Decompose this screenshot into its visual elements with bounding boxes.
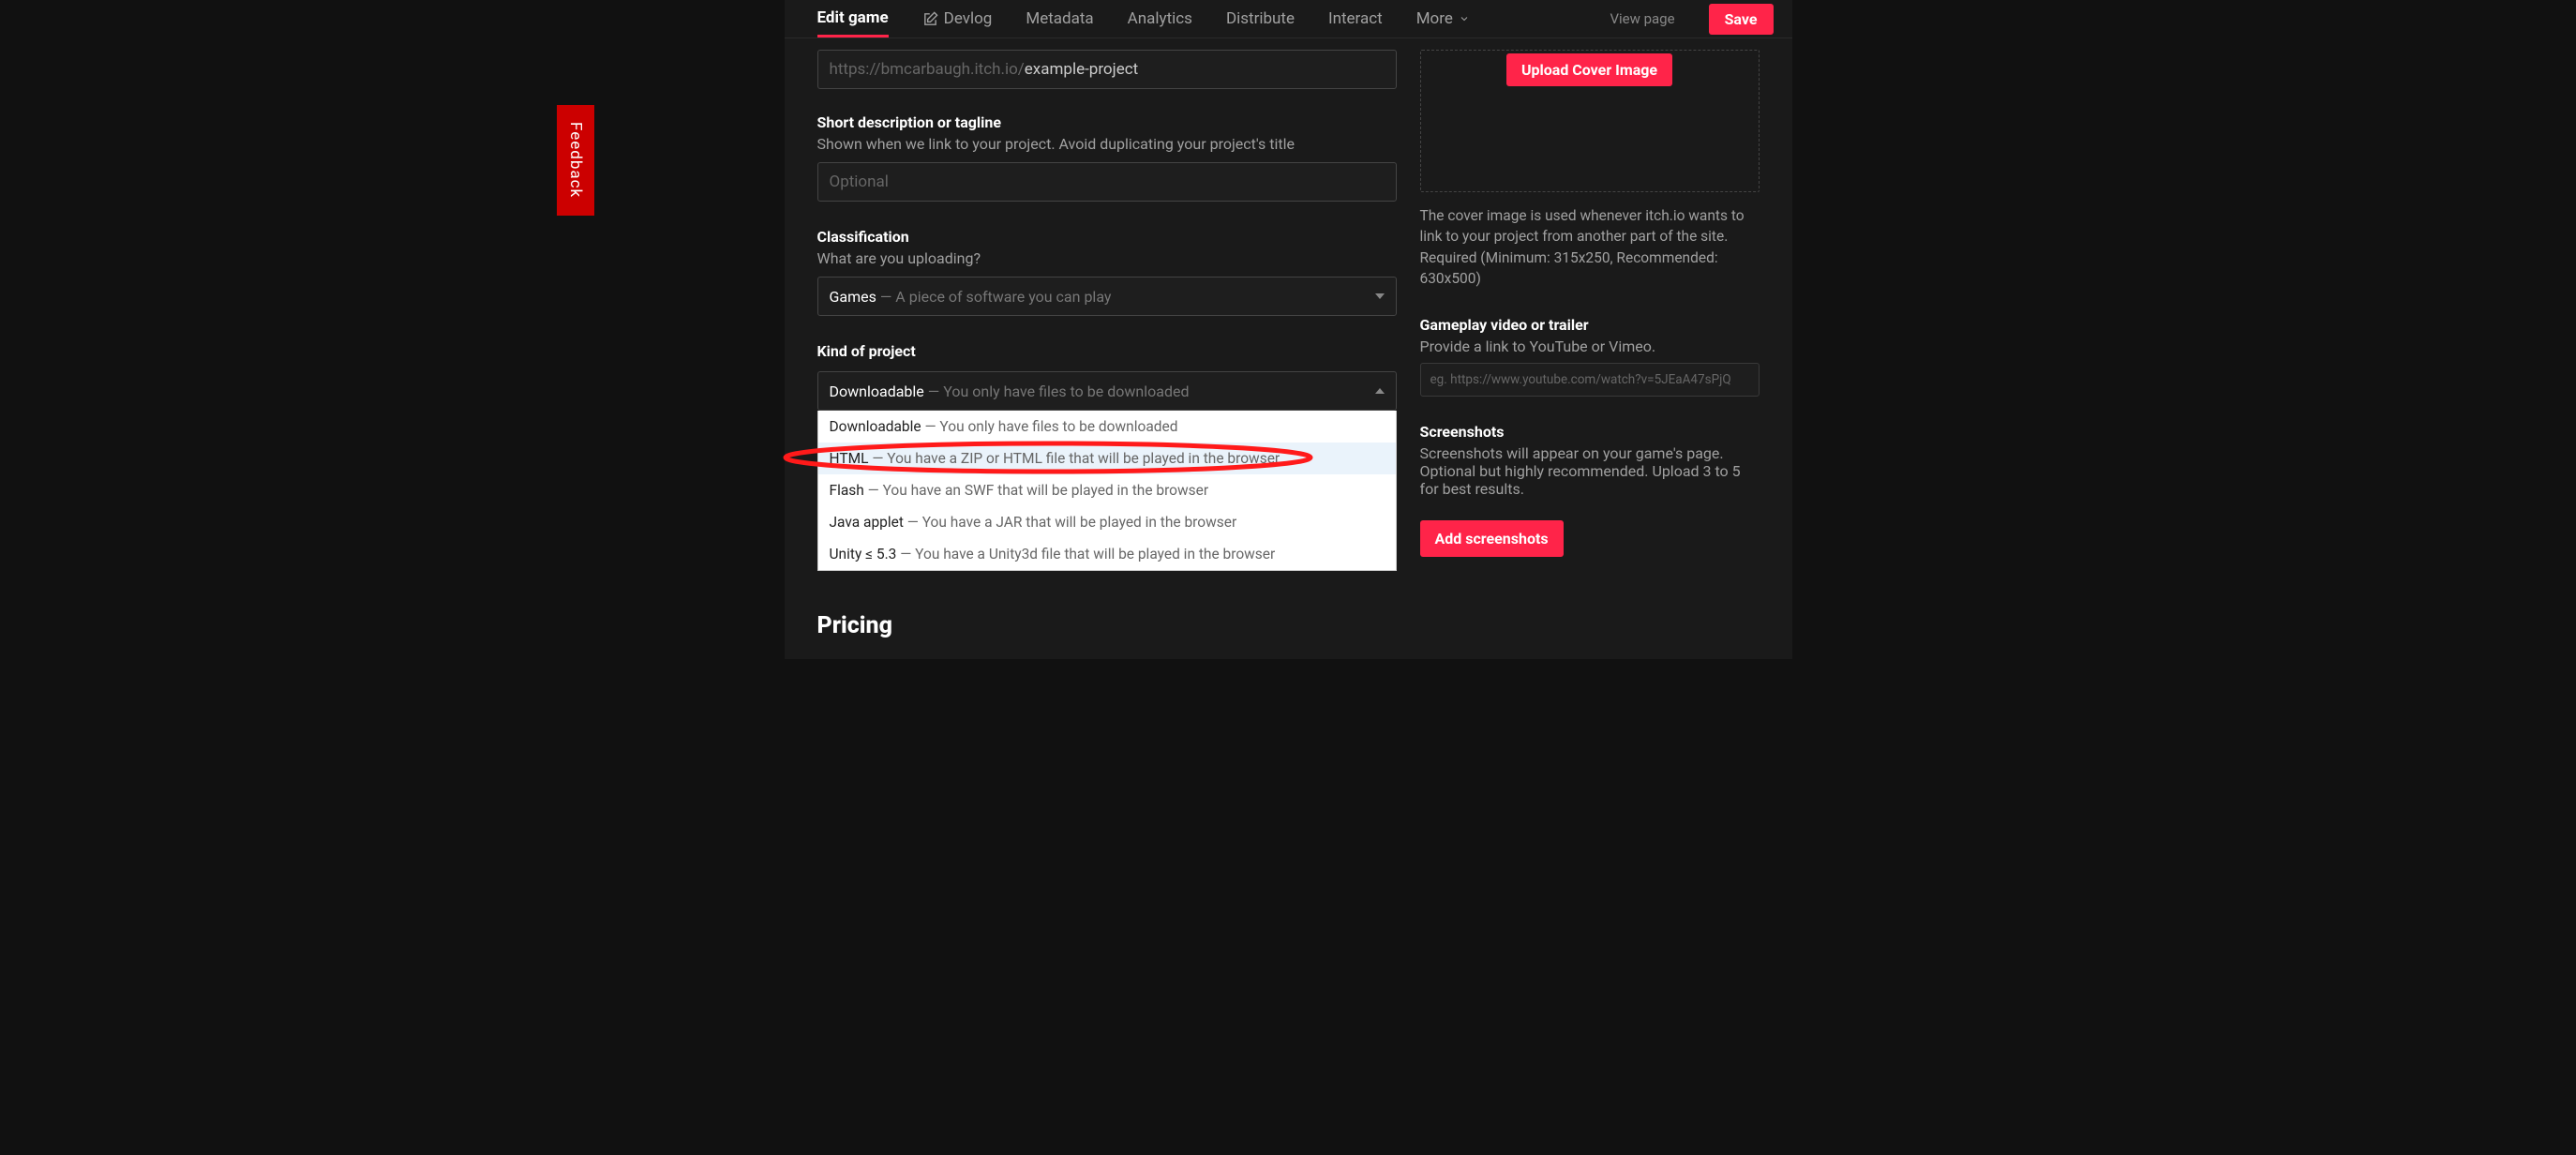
classification-value: Games xyxy=(830,288,876,306)
url-prefix: https://bmcarbaugh.itch.io/ xyxy=(830,60,1025,79)
classification-select[interactable]: Games — A piece of software you can play xyxy=(817,277,1397,316)
kind-option-unity[interactable]: Unity ≤ 5.3 — You have a Unity3d file th… xyxy=(818,538,1396,570)
classification-value-sub: — A piece of software you can play xyxy=(876,288,1112,306)
tab-analytics[interactable]: Analytics xyxy=(1128,2,1192,36)
short-description-placeholder: Optional xyxy=(830,172,889,191)
tab-metadata[interactable]: Metadata xyxy=(1026,2,1093,36)
add-screenshots-button[interactable]: Add screenshots xyxy=(1420,520,1564,557)
opt-sub: — You have an SWF that will be played in… xyxy=(864,482,1208,499)
video-placeholder: eg. https://www.youtube.com/watch?v=5JEa… xyxy=(1430,372,1731,387)
caret-down-icon xyxy=(1375,293,1385,299)
chevron-down-icon xyxy=(1459,13,1470,24)
tab-devlog-label: Devlog xyxy=(944,9,993,28)
opt-sub: — You have a JAR that will be played in … xyxy=(904,514,1236,531)
kind-option-html[interactable]: HTML — You have a ZIP or HTML file that … xyxy=(818,442,1396,474)
kind-option-downloadable[interactable]: Downloadable — You only have files to be… xyxy=(818,411,1396,442)
kind-label: Kind of project xyxy=(817,342,1397,360)
classification-label: Classification xyxy=(817,228,1397,246)
feedback-tab[interactable]: Feedback xyxy=(557,105,594,216)
kind-option-flash[interactable]: Flash — You have an SWF that will be pla… xyxy=(818,474,1396,506)
view-page-link[interactable]: View page xyxy=(1610,10,1674,27)
url-value: example-project xyxy=(1025,60,1138,79)
kind-value: Downloadable xyxy=(830,382,924,400)
upload-cover-button[interactable]: Upload Cover Image xyxy=(1506,53,1672,86)
tab-edit-game[interactable]: Edit game xyxy=(817,1,889,38)
project-url-input[interactable]: https://bmcarbaugh.itch.io/example-proje… xyxy=(817,50,1397,89)
save-button[interactable]: Save xyxy=(1709,4,1774,35)
classification-help: What are you uploading? xyxy=(817,249,1397,267)
opt-main: Downloadable xyxy=(830,418,921,435)
tab-distribute[interactable]: Distribute xyxy=(1226,2,1295,36)
kind-dropdown: Downloadable — You only have files to be… xyxy=(817,411,1397,571)
opt-main: HTML xyxy=(830,450,869,467)
opt-sub: — You only have files to be downloaded xyxy=(921,418,1178,435)
opt-main: Unity ≤ 5.3 xyxy=(830,546,897,562)
short-description-label: Short description or tagline xyxy=(817,113,1397,131)
kind-select[interactable]: Downloadable — You only have files to be… xyxy=(817,371,1397,411)
video-label: Gameplay video or trailer xyxy=(1420,316,1760,334)
tab-more[interactable]: More xyxy=(1416,2,1470,36)
tab-interact[interactable]: Interact xyxy=(1328,2,1383,36)
caret-up-icon xyxy=(1375,388,1385,394)
tab-more-label: More xyxy=(1416,9,1453,28)
opt-main: Flash xyxy=(830,482,864,499)
cover-image-help: The cover image is used whenever itch.io… xyxy=(1420,205,1760,290)
screenshots-label: Screenshots xyxy=(1420,423,1760,441)
tab-devlog[interactable]: Devlog xyxy=(922,2,993,36)
edit-icon xyxy=(922,11,938,27)
top-nav: Edit game Devlog Metadata Analytics Dist… xyxy=(785,0,1792,38)
kind-value-sub: — You only have files to be downloaded xyxy=(924,382,1190,400)
cover-image-dropzone[interactable]: Upload Cover Image xyxy=(1420,50,1760,192)
opt-sub: — You have a Unity3d file that will be p… xyxy=(896,546,1275,562)
short-description-input[interactable]: Optional xyxy=(817,162,1397,202)
pricing-heading: Pricing xyxy=(817,612,1397,639)
short-description-help: Shown when we link to your project. Avoi… xyxy=(817,135,1397,153)
kind-option-java[interactable]: Java applet — You have a JAR that will b… xyxy=(818,506,1396,538)
video-url-input[interactable]: eg. https://www.youtube.com/watch?v=5JEa… xyxy=(1420,363,1760,397)
screenshots-help: Screenshots will appear on your game's p… xyxy=(1420,444,1760,498)
opt-sub: — You have a ZIP or HTML file that will … xyxy=(868,450,1280,467)
video-help: Provide a link to YouTube or Vimeo. xyxy=(1420,338,1760,355)
opt-main: Java applet xyxy=(830,514,904,531)
